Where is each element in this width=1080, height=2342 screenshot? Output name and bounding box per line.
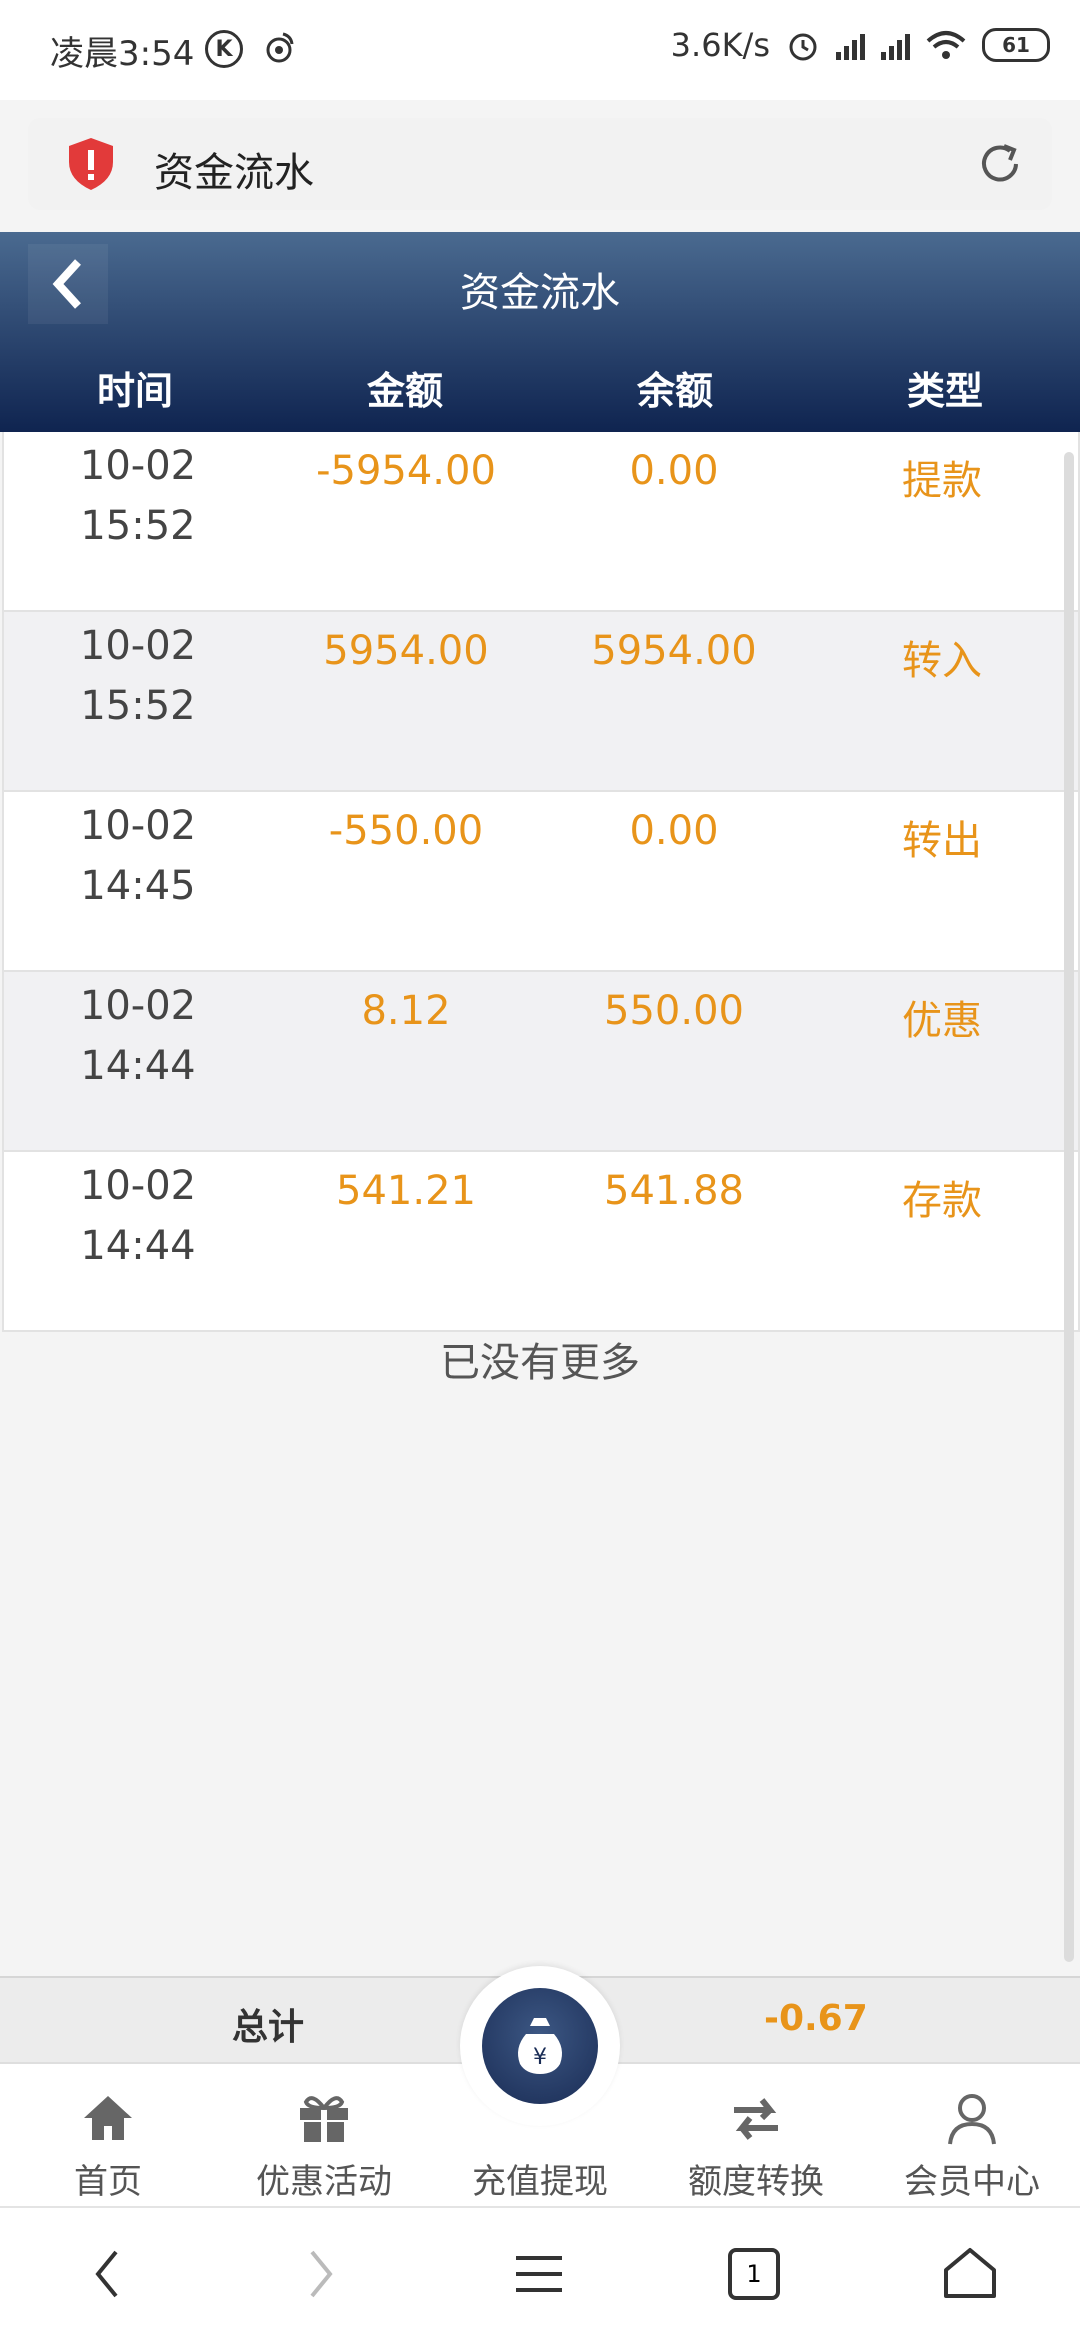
column-header-type: 类型 — [906, 369, 983, 413]
gift-icon — [300, 2096, 348, 2142]
type-cell: 转出 — [902, 818, 982, 864]
total-value: -0.67 — [764, 1998, 868, 2039]
time-text: 15:52 — [80, 503, 196, 549]
table-row: 10-02 14:45 -550.00 0.00 转出 — [4, 792, 1078, 972]
balance-cell: 0.00 — [629, 808, 719, 854]
column-header-amount: 金额 — [366, 369, 443, 413]
amount-cell: 541.21 — [336, 1168, 476, 1214]
balance-cell: 0.00 — [629, 448, 719, 494]
date-text: 10-02 — [79, 1163, 197, 1209]
reload-icon[interactable] — [976, 140, 1024, 188]
wifi-icon — [926, 31, 966, 59]
date-text: 10-02 — [79, 983, 197, 1029]
alarm-icon — [789, 33, 817, 61]
amount-cell: -550.00 — [328, 808, 484, 854]
status-time: 凌晨3:54 — [50, 34, 195, 74]
signal-icon-1 — [836, 30, 865, 60]
tab-label: 优惠活动 — [256, 2162, 392, 2202]
home-icon — [84, 2096, 132, 2140]
money-bag-icon: ¥ — [518, 2018, 562, 2074]
status-bar: 凌晨3:54 K 3.6K/s 61 — [0, 0, 1080, 100]
amount-cell: 8.12 — [361, 988, 451, 1034]
signal-icon-2 — [881, 30, 910, 60]
transaction-list[interactable]: 10-02 15:52 -5954.00 0.00 提款 10-02 15:52… — [2, 432, 1080, 1332]
center-button-circle: ¥ — [482, 1988, 598, 2104]
time-text: 14:45 — [80, 863, 196, 909]
time-cell: 10-02 15:52 — [4, 612, 272, 790]
page-title: 资金流水 — [460, 270, 620, 316]
date-text: 10-02 — [79, 623, 197, 669]
type-cell: 存款 — [902, 1178, 982, 1224]
tab-promotions[interactable]: 优惠活动 — [216, 2064, 432, 2208]
tab-transfer[interactable]: 额度转换 — [648, 2064, 864, 2208]
status-notification-icons: K — [205, 30, 297, 68]
shield-warning-icon — [69, 138, 113, 190]
balance-cell: 541.88 — [604, 1168, 744, 1214]
column-headers: 时间 金额 余额 类型 — [0, 360, 1080, 415]
time-text: 14:44 — [80, 1223, 196, 1269]
date-text: 10-02 — [79, 803, 197, 849]
tab-label: 首页 — [74, 2162, 142, 2202]
network-speed: 3.6K/s — [670, 26, 770, 64]
time-cell: 10-02 15:52 — [4, 432, 272, 610]
nav-back-icon[interactable] — [92, 2244, 122, 2304]
tabs-count-icon[interactable]: 1 — [728, 2248, 780, 2300]
type-cell: 提款 — [902, 458, 982, 504]
menu-icon[interactable] — [514, 2244, 564, 2304]
k-app-icon: K — [205, 30, 243, 68]
column-header-balance: 余额 — [636, 369, 713, 413]
nav-forward-icon[interactable] — [306, 2244, 336, 2304]
status-right-icons: 3.6K/s 61 — [671, 26, 1050, 64]
weibo-icon — [266, 32, 294, 63]
time-cell: 10-02 14:44 — [4, 1152, 272, 1330]
date-text: 10-02 — [79, 443, 197, 489]
scrollbar[interactable] — [1064, 452, 1074, 1962]
battery-icon: 61 — [982, 28, 1050, 62]
money-bag-symbol: ¥ — [533, 2045, 547, 2070]
balance-cell: 5954.00 — [591, 628, 757, 674]
time-cell: 10-02 14:44 — [4, 972, 272, 1150]
table-row: 10-02 14:44 8.12 550.00 优惠 — [4, 972, 1078, 1152]
amount-cell: 5954.00 — [323, 628, 489, 674]
type-cell: 优惠 — [902, 998, 982, 1044]
table-row: 10-02 15:52 5954.00 5954.00 转入 — [4, 612, 1078, 792]
balance-cell: 550.00 — [604, 988, 744, 1034]
deposit-withdraw-button[interactable]: ¥ — [460, 1966, 620, 2126]
time-cell: 10-02 14:45 — [4, 792, 272, 970]
home-nav-icon[interactable] — [942, 2244, 998, 2304]
table-row: 10-02 14:44 541.21 541.88 存款 — [4, 1152, 1078, 1330]
tab-label: 充值提现 — [472, 2162, 608, 2202]
column-header-time: 时间 — [96, 369, 173, 413]
table-row: 10-02 15:52 -5954.00 0.00 提款 — [4, 432, 1078, 612]
browser-address-bar[interactable]: 资金流水 — [28, 118, 1052, 210]
system-navigation-bar: 1 — [0, 2206, 1080, 2342]
type-cell: 转入 — [902, 638, 982, 684]
time-text: 15:52 — [80, 683, 196, 729]
user-icon — [948, 2094, 996, 2145]
amount-cell: -5954.00 — [316, 448, 496, 494]
tab-home[interactable]: 首页 — [0, 2064, 216, 2208]
transfer-arrows-icon — [734, 2098, 778, 2140]
no-more-text: 已没有更多 — [440, 1340, 640, 1386]
tab-label: 额度转换 — [688, 2162, 824, 2202]
address-text: 资金流水 — [154, 150, 314, 196]
time-text: 14:44 — [80, 1043, 196, 1089]
app-header: 资金流水 时间 金额 余额 类型 — [0, 232, 1080, 432]
tab-member-center[interactable]: 会员中心 — [864, 2064, 1080, 2208]
tab-label: 会员中心 — [904, 2162, 1040, 2202]
total-label: 总计 — [232, 2007, 305, 2048]
